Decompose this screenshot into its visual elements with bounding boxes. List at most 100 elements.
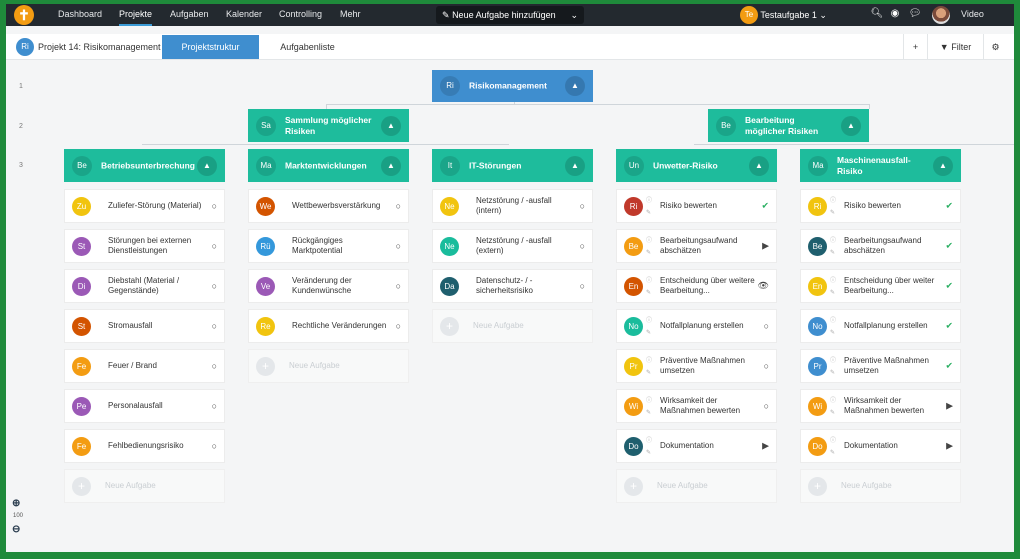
task-status-icon[interactable]: ✔ bbox=[945, 361, 953, 372]
level2-node-card[interactable]: Be Bearbeitung möglicher Risiken ▲ bbox=[708, 109, 869, 142]
task-status-icon[interactable]: ✔ bbox=[945, 321, 953, 332]
task-card[interactable]: Pe Personalausfall ○ bbox=[64, 389, 225, 423]
nav-projekte[interactable]: Projekte bbox=[119, 4, 153, 26]
task-card[interactable]: Ne Netzstörung / -ausfall (intern) ○ bbox=[432, 189, 593, 223]
task-status-icon[interactable]: ○ bbox=[764, 361, 769, 371]
task-card[interactable]: Pr ⓘ ✎ Präventive Maßnahmen umsetzen ✔ bbox=[800, 349, 961, 383]
task-status-icon[interactable]: ○ bbox=[212, 321, 217, 331]
task-status-icon[interactable]: ▶ bbox=[762, 441, 769, 452]
task-card[interactable]: Fe Feuer / Brand ○ bbox=[64, 349, 225, 383]
task-card[interactable]: Wi ⓘ ✎ Wirksamkeit der Maßnahmen bewerten ▶ bbox=[800, 389, 961, 423]
task-card[interactable]: Pr ⓘ ✎ Präventive Maßnahmen umsetzen ○ bbox=[616, 349, 777, 383]
task-card[interactable]: St Stromausfall ○ bbox=[64, 309, 225, 343]
task-card[interactable]: Be ⓘ ✎ Bearbeitungsaufwand abschätzen ▶ bbox=[616, 229, 777, 263]
chevron-up-icon[interactable]: ▲ bbox=[841, 115, 861, 136]
column-header-card[interactable]: It IT-Störungen ▲ bbox=[432, 149, 593, 182]
add-task-button[interactable]: + Neue Aufgabe bbox=[64, 469, 225, 503]
task-card[interactable]: Ri ⓘ ✎ Risiko bewerten ✔ bbox=[616, 189, 777, 223]
task-card[interactable]: Ve Veränderung der Kundenwünsche ○ bbox=[248, 269, 409, 303]
add-task-button[interactable]: + Neue Aufgabe bbox=[248, 349, 409, 383]
task-card[interactable]: Wi ⓘ ✎ Wirksamkeit der Maßnahmen bewerten ○ bbox=[616, 389, 777, 423]
task-card[interactable]: Zu Zuliefer-Störung (Material) ○ bbox=[64, 189, 225, 223]
task-card[interactable]: We Wettbewerbsverstärkung ○ bbox=[248, 189, 409, 223]
task-card[interactable]: Re Rechtliche Veränderungen ○ bbox=[248, 309, 409, 343]
task-card[interactable]: En ⓘ ✎ Entscheidung über weitere Bearbeitun… bbox=[616, 269, 777, 303]
task-status-icon[interactable]: ○ bbox=[212, 201, 217, 211]
column-header-card[interactable]: Un Unwetter-Risiko ▲ bbox=[616, 149, 777, 182]
chevron-up-icon[interactable]: ▲ bbox=[381, 115, 401, 136]
zoom-out-icon[interactable]: ⊖ bbox=[12, 524, 20, 535]
task-status-icon[interactable]: ✔ bbox=[945, 201, 953, 212]
add-task-button[interactable]: + Neue Aufgabe bbox=[616, 469, 777, 503]
task-status-icon[interactable]: ○ bbox=[396, 321, 401, 331]
chat-icon[interactable]: 💬︎ bbox=[908, 7, 922, 21]
task-card[interactable]: Ri ⓘ ✎ Risiko bewerten ✔ bbox=[800, 189, 961, 223]
current-task-selector[interactable]: Te Testaufgabe 1 ⌄ bbox=[740, 6, 827, 24]
column-header-card[interactable]: Ma Marktentwicklungen ▲ bbox=[248, 149, 409, 182]
task-card[interactable]: St Störungen bei externen Dienstleistunge… bbox=[64, 229, 225, 263]
nav-kalender[interactable]: Kalender bbox=[226, 4, 262, 26]
task-status-icon[interactable]: ○ bbox=[396, 241, 401, 251]
nav-mehr[interactable]: Mehr bbox=[340, 4, 361, 26]
chevron-up-icon[interactable]: ▲ bbox=[565, 155, 585, 176]
task-card[interactable]: No ⓘ ✎ Notfallplanung erstellen ○ bbox=[616, 309, 777, 343]
nav-dashboard[interactable]: Dashboard bbox=[58, 4, 102, 26]
task-card[interactable]: Di Diebstahl (Material / Gegenstände) ○ bbox=[64, 269, 225, 303]
task-status-icon[interactable]: ▶ bbox=[762, 241, 769, 252]
task-status-icon[interactable]: ▶ bbox=[946, 401, 953, 412]
task-card[interactable]: En ⓘ ✎ Entscheidung über weiter Bearbeitung… bbox=[800, 269, 961, 303]
column-header-card[interactable]: Be Betriebsunterbrechung ▲ bbox=[64, 149, 225, 182]
add-task-button[interactable]: + Neue Aufgabe bbox=[432, 309, 593, 343]
task-card[interactable]: Rü Rückgängiges Marktpotential ○ bbox=[248, 229, 409, 263]
filter-button[interactable]: ▼ Filter bbox=[927, 34, 983, 60]
level2-node-card[interactable]: Sa Sammlung möglicher Risiken ▲ bbox=[248, 109, 409, 142]
add-icon[interactable]: + bbox=[903, 34, 927, 60]
task-card[interactable]: Fe Fehlbedienungsrisiko ○ bbox=[64, 429, 225, 463]
globe-icon[interactable]: ◉ bbox=[888, 7, 902, 21]
task-status-icon[interactable]: ○ bbox=[212, 401, 217, 411]
task-card[interactable]: Do ⓘ ✎ Dokumentation ▶ bbox=[800, 429, 961, 463]
task-status-icon[interactable]: ○ bbox=[580, 201, 585, 211]
search-icon[interactable]: 🔍︎ bbox=[870, 7, 884, 21]
task-card[interactable]: Do ⓘ ✎ Dokumentation ▶ bbox=[616, 429, 777, 463]
task-status-icon[interactable]: 👁 bbox=[758, 281, 769, 292]
nav-aufgaben[interactable]: Aufgaben bbox=[170, 4, 209, 26]
task-status-icon[interactable]: ○ bbox=[764, 401, 769, 411]
task-status-icon[interactable]: ✔ bbox=[761, 201, 769, 212]
nav-controlling[interactable]: Controlling bbox=[279, 4, 322, 26]
task-status-icon[interactable]: ○ bbox=[212, 281, 217, 291]
root-node-card[interactable]: Ri Risikomanagement ▲ bbox=[432, 70, 593, 102]
tab-aufgabenliste[interactable]: Aufgabenliste bbox=[259, 35, 356, 59]
video-link[interactable]: Video bbox=[961, 4, 984, 26]
task-card[interactable]: Da Datenschutz- / -sicherheitsrisiko ○ bbox=[432, 269, 593, 303]
add-task-button[interactable]: + Neue Aufgabe bbox=[800, 469, 961, 503]
user-avatar[interactable] bbox=[932, 6, 950, 24]
task-status-icon[interactable]: ▶ bbox=[946, 441, 953, 452]
chevron-up-icon[interactable]: ▲ bbox=[749, 155, 769, 176]
chevron-up-icon[interactable]: ▲ bbox=[565, 76, 585, 96]
task-title: Rechtliche Veränderungen bbox=[292, 321, 387, 330]
app-logo-icon[interactable]: ✝ bbox=[14, 5, 34, 25]
task-status-icon[interactable]: ✔ bbox=[945, 281, 953, 292]
chevron-up-icon[interactable]: ▲ bbox=[933, 155, 953, 176]
settings-gear-icon[interactable]: ⚙ bbox=[983, 34, 1007, 60]
task-card[interactable]: Be ⓘ ✎ Bearbeitungsaufwand abschätzen ✔ bbox=[800, 229, 961, 263]
task-status-icon[interactable]: ○ bbox=[212, 361, 217, 371]
task-card[interactable]: Ne Netzstörung / -ausfall (extern) ○ bbox=[432, 229, 593, 263]
zoom-in-icon[interactable]: ⊕ bbox=[12, 498, 20, 509]
task-status-icon[interactable]: ○ bbox=[396, 201, 401, 211]
task-status-icon[interactable]: ○ bbox=[212, 241, 217, 251]
task-status-icon[interactable]: ○ bbox=[764, 321, 769, 331]
tab-projektstruktur[interactable]: Projektstruktur bbox=[162, 35, 259, 59]
chevron-up-icon[interactable]: ▲ bbox=[381, 155, 401, 176]
chevron-up-icon[interactable]: ▲ bbox=[197, 155, 217, 176]
task-status-icon[interactable]: ○ bbox=[580, 281, 585, 291]
column-header-card[interactable]: Ma Maschinenausfall-Risiko ▲ bbox=[800, 149, 961, 182]
task-status-icon[interactable]: ○ bbox=[580, 241, 585, 251]
task-title: Veränderung der Kundenwünsche bbox=[292, 276, 352, 295]
task-card[interactable]: No ⓘ ✎ Notfallplanung erstellen ✔ bbox=[800, 309, 961, 343]
task-status-icon[interactable]: ✔ bbox=[945, 241, 953, 252]
task-status-icon[interactable]: ○ bbox=[212, 441, 217, 451]
task-status-icon[interactable]: ○ bbox=[396, 281, 401, 291]
new-task-button[interactable]: ✎ Neue Aufgabe hinzufügen ⌄ bbox=[436, 6, 584, 24]
